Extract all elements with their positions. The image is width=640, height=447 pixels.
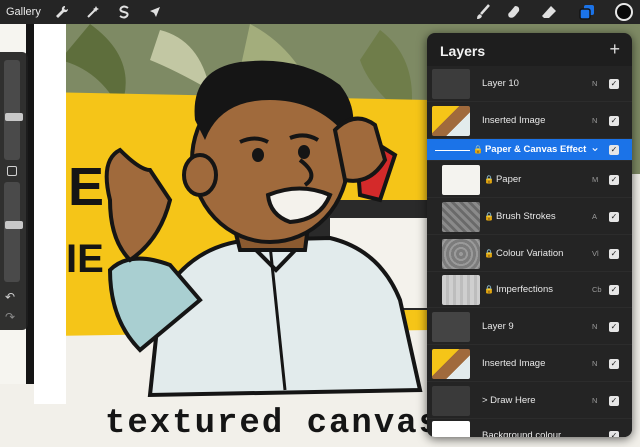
layer-thumbnail (442, 164, 480, 195)
layer-row[interactable]: Layer 9 N ✓ (427, 308, 632, 345)
sign-letter-e: E (68, 157, 104, 217)
layers-title: Layers (440, 43, 486, 59)
gallery-button[interactable]: Gallery (6, 4, 41, 20)
visibility-checkbox[interactable]: ✓ (609, 248, 619, 259)
layer-name-text: Inserted Image (482, 114, 546, 126)
wrench-icon[interactable] (54, 4, 70, 20)
blend-mode-indicator[interactable]: N (592, 116, 597, 125)
layer-thumbnail (442, 201, 480, 232)
layer-name-text: Imperfections (495, 284, 553, 295)
layer-row[interactable]: > Draw Here N ✓ (427, 382, 632, 419)
blend-mode-indicator[interactable]: A (592, 212, 597, 221)
lock-icon: 🔒 (484, 285, 494, 294)
blend-mode-indicator[interactable]: N (592, 396, 597, 405)
layer-thumbnail (442, 238, 480, 269)
visibility-checkbox[interactable]: ✓ (609, 115, 619, 126)
left-sidebar: ↶ ↷ (0, 52, 28, 330)
layer-name: 🔒 Brush Strokes (484, 211, 556, 222)
color-swatch[interactable] (614, 2, 634, 22)
layer-name: 🔒 Paper & Canvas Effect (473, 144, 586, 155)
group-collapse-line (435, 150, 470, 151)
visibility-checkbox[interactable]: ✓ (609, 395, 619, 406)
eraser-icon[interactable] (540, 3, 558, 21)
opacity-thumb[interactable] (5, 220, 23, 229)
add-layer-button[interactable]: + (609, 39, 620, 60)
redo-icon[interactable]: ↷ (5, 310, 15, 324)
blend-mode-indicator[interactable]: N (592, 322, 597, 331)
layer-row[interactable]: Inserted Image N ✓ (427, 345, 632, 382)
canvas-caption: textured canvas (105, 405, 441, 443)
layer-thumbnail (432, 69, 470, 99)
layer-name-text: Paper (495, 173, 522, 185)
sign-letters-ie: IE (66, 237, 104, 281)
layer-thumbnail (432, 105, 470, 136)
visibility-checkbox[interactable]: ✓ (609, 145, 619, 155)
layer-row[interactable]: 🔒 Paper M ✓ (427, 161, 632, 198)
visibility-checkbox[interactable]: ✓ (609, 285, 619, 295)
lock-icon: 🔒 (484, 211, 494, 221)
layer-row[interactable]: 🔒 Imperfections Cb ✓ (427, 272, 632, 308)
layer-name: Background colour (482, 430, 561, 438)
layer-row[interactable]: ⌄ 🔒 Paper & Canvas Effect ✓ (427, 139, 632, 161)
visibility-checkbox[interactable]: ✓ (609, 174, 619, 185)
layer-name: 🔒 Imperfections (484, 284, 553, 295)
layer-name-text: Colour Variation (495, 247, 564, 259)
blend-mode-indicator[interactable]: Cb (592, 285, 602, 294)
layer-row[interactable]: 🔒 Colour Variation Vl ✓ (427, 235, 632, 272)
layer-name: 🔒 Colour Variation (484, 248, 563, 259)
layers-icon[interactable] (578, 3, 596, 21)
layer-row[interactable]: Inserted Image N ✓ (427, 102, 632, 139)
layers-panel: Layers + Layer 10 N ✓ Inserted Image N ✓ ⌄ 🔒 Pap… (427, 33, 632, 437)
layer-name-text: Brush Strokes (495, 210, 556, 222)
brush-icon[interactable] (474, 3, 492, 21)
blend-mode-indicator[interactable]: N (592, 79, 597, 88)
smudge-icon[interactable] (505, 3, 523, 21)
arrow-cursor-icon[interactable] (147, 4, 163, 20)
brush-size-thumb[interactable] (5, 113, 23, 122)
visibility-checkbox[interactable]: ✓ (609, 358, 619, 369)
visibility-checkbox[interactable]: ✓ (609, 321, 619, 332)
visibility-checkbox[interactable]: ✓ (609, 211, 619, 222)
layer-row[interactable]: Background colour ✓ (427, 419, 632, 437)
opacity-slider[interactable] (4, 182, 23, 282)
layer-name-text: > Draw Here (482, 394, 536, 406)
layer-name: > Draw Here (482, 395, 536, 406)
magic-wand-icon[interactable] (85, 4, 101, 20)
layer-name: Inserted Image (482, 358, 545, 369)
brush-size-slider[interactable] (4, 60, 23, 160)
layer-name-text: Inserted Image (482, 357, 546, 369)
blend-mode-indicator[interactable]: N (592, 359, 597, 368)
blend-mode-indicator[interactable]: Vl (592, 249, 599, 258)
lock-icon: 🔒 (473, 145, 483, 154)
undo-icon[interactable]: ↶ (5, 290, 15, 304)
blend-mode-indicator[interactable]: M (592, 175, 598, 184)
layer-row[interactable]: Layer 10 N ✓ (427, 66, 632, 102)
layer-thumbnail (432, 420, 470, 437)
lock-icon: 🔒 (484, 248, 494, 258)
layer-name: 🔒 Paper (484, 174, 521, 185)
layer-name-text: Layer 10 (482, 78, 519, 89)
lock-icon: 🔒 (484, 174, 494, 184)
top-toolbar: Gallery (0, 0, 640, 24)
layer-name: Layer 9 (482, 321, 514, 332)
chevron-down-icon[interactable]: ⌄ (590, 140, 600, 154)
layer-name-text: Paper & Canvas Effect (484, 144, 587, 155)
layer-thumbnail (432, 348, 470, 379)
layers-header: Layers + (427, 33, 632, 67)
layer-thumbnail (442, 275, 480, 305)
visibility-checkbox[interactable]: ✓ (609, 430, 619, 437)
modify-square-icon[interactable] (7, 166, 17, 176)
layer-name-text: Background colour (482, 429, 562, 438)
layer-name: Layer 10 (482, 78, 519, 89)
current-color-dot (615, 3, 633, 21)
layer-thumbnail (432, 385, 470, 416)
visibility-checkbox[interactable]: ✓ (609, 79, 619, 89)
selection-s-icon[interactable] (116, 4, 132, 20)
layer-row[interactable]: 🔒 Brush Strokes A ✓ (427, 198, 632, 235)
layer-name-text: Layer 9 (482, 320, 514, 332)
layer-name: Inserted Image (482, 115, 545, 126)
layer-thumbnail (432, 311, 470, 342)
